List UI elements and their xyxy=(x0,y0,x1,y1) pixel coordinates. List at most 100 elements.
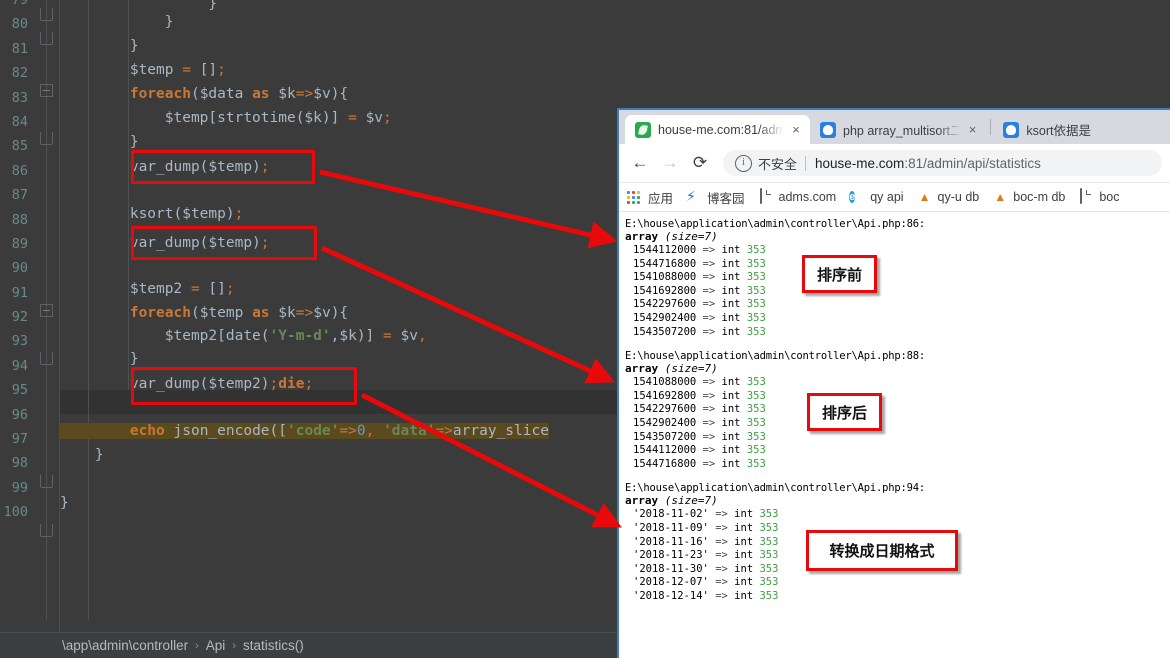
dump-type: int xyxy=(721,284,741,297)
back-icon[interactable]: ← xyxy=(627,150,653,176)
fold-marker[interactable] xyxy=(40,132,53,145)
dump-array-size: (size=7) xyxy=(664,362,718,376)
line-number: 86 xyxy=(11,162,28,179)
dump-array-keyword: array xyxy=(625,230,659,243)
line-number: 100 xyxy=(3,504,28,521)
dump-row: 1543507200 => int 353 xyxy=(625,326,1170,340)
dump-row: 1542297600 => int 353 xyxy=(625,298,1170,312)
dump-source-path: E:\house\application\admin\controller\Ap… xyxy=(625,350,925,363)
bookmarks-bar[interactable]: 应用 ⚡ 博客园 adms.com e qy api ▲ qy-u db ▲ b… xyxy=(619,183,1170,212)
fold-marker[interactable] xyxy=(40,32,53,45)
bookmark-boc[interactable]: boc xyxy=(1078,188,1120,205)
baidu-icon xyxy=(820,121,837,138)
bookmark-apps[interactable]: 应用 xyxy=(627,188,673,207)
line-number: 98 xyxy=(11,455,28,472)
bookmark-label: 应用 xyxy=(648,191,674,206)
fold-marker[interactable] xyxy=(40,304,53,317)
close-icon[interactable]: × xyxy=(965,122,981,138)
browser-tab-2[interactable]: ksort依据是 xyxy=(993,115,1170,144)
bookmark-adms[interactable]: adms.com xyxy=(758,188,836,205)
bookmark-label: boc xyxy=(1099,190,1120,204)
dump-value: 353 xyxy=(746,284,766,297)
dump-value: 353 xyxy=(746,444,766,457)
dump-arrow-icon: => xyxy=(702,430,716,443)
chrome-browser-window[interactable]: house-me.com:81/admin/a × php array_mult… xyxy=(617,108,1170,658)
dump-value: 353 xyxy=(746,403,766,416)
breadcrumb-path[interactable]: \app\admin\controller xyxy=(62,638,188,653)
code-fold-gutter[interactable] xyxy=(30,0,60,632)
code-line: } xyxy=(60,134,139,150)
bookmark-qyu-db[interactable]: ▲ qy-u db xyxy=(917,189,980,205)
breadcrumb-class[interactable]: Api xyxy=(206,638,226,653)
dump-row: 1542902400 => int 353 xyxy=(625,417,1170,431)
annotation-label-before-sort: 排序前 xyxy=(802,255,877,293)
line-number: 95 xyxy=(11,382,28,399)
line-number: 97 xyxy=(11,431,28,448)
dump-value: 353 xyxy=(759,521,779,534)
line-number: 85 xyxy=(11,138,28,155)
dump-row: 1541692800 => int 353 xyxy=(625,285,1170,299)
code-line: echo json_encode(['code'=>0, 'data'=>arr… xyxy=(60,419,549,443)
browser-toolbar[interactable]: ← → ⟳ i 不安全 house-me.com:81/admin/api/st… xyxy=(619,144,1170,183)
fold-marker[interactable] xyxy=(40,475,53,488)
dump-value: 353 xyxy=(746,389,766,402)
dump-arrow-icon: => xyxy=(702,284,716,297)
code-line: var_dump($temp); xyxy=(60,159,270,175)
browser-tab-0[interactable]: house-me.com:81/admin/a × xyxy=(625,115,811,144)
dump-value: 353 xyxy=(746,416,766,429)
code-line: } xyxy=(60,14,174,30)
forward-icon[interactable]: → xyxy=(657,150,683,176)
dump-row: 1541088000 => int 353 xyxy=(625,376,1170,390)
dump-rows: 1544112000 => int 353 1544716800 => int 3… xyxy=(625,244,1170,339)
browser-tab-1[interactable]: php array_multisort二维数组 × xyxy=(810,115,987,144)
cnblogs-icon: ⚡ xyxy=(686,189,696,205)
dump-arrow-icon: => xyxy=(702,298,716,311)
fold-marker[interactable] xyxy=(40,84,53,97)
close-icon[interactable]: × xyxy=(788,122,804,138)
dump-row: '2018-12-07' => int 353 xyxy=(625,576,1170,590)
dump-row: 1544716800 => int 353 xyxy=(625,458,1170,472)
bookmark-label: qy api xyxy=(870,190,904,204)
dump-array-header: array (size=7) xyxy=(625,362,1170,375)
dump-key: '2018-11-23' xyxy=(633,549,709,562)
fold-marker[interactable] xyxy=(40,8,53,21)
browser-tab-strip[interactable]: house-me.com:81/admin/a × php array_mult… xyxy=(619,110,1170,144)
dump-source-path: E:\house\application\admin\controller\Ap… xyxy=(625,218,925,230)
line-number-gutter: 79 80 81 82 83 84 85 86 87 88 89 90 91 92 93 94 95 96 97 98… xyxy=(0,0,30,618)
dump-row: 1544112000 => int 353 xyxy=(625,444,1170,458)
dump-row: 1541088000 => int 353 xyxy=(625,271,1170,285)
bookmark-bocm-db[interactable]: ▲ boc-m db xyxy=(992,189,1065,205)
dump-arrow-icon: => xyxy=(702,325,716,338)
dump-type: int xyxy=(721,257,741,270)
bookmark-cnblogs[interactable]: ⚡ 博客园 xyxy=(686,188,745,207)
url-path: :81/admin/api/statistics xyxy=(904,155,1041,171)
dump-type: int xyxy=(721,311,741,324)
bookmark-qy-api[interactable]: e qy api xyxy=(849,189,904,205)
dump-row: 1544716800 => int 353 xyxy=(625,258,1170,272)
dump-key: '2018-11-16' xyxy=(633,535,709,548)
dump-key: 1541692800 xyxy=(633,284,697,297)
code-line: $temp[strtotime($k)] = $v; xyxy=(60,110,392,126)
dump-rows: 1541088000 => int 353 1541692800 => int 3… xyxy=(625,376,1170,471)
dump-value: 353 xyxy=(759,576,779,589)
fold-marker[interactable] xyxy=(40,524,53,537)
bookmark-label: qy-u db xyxy=(937,190,980,204)
dump-key: '2018-12-14' xyxy=(633,589,709,602)
phpmyadmin-icon: ▲ xyxy=(918,190,931,204)
page-content: E:\house\application\admin\controller\Ap… xyxy=(619,212,1170,658)
leaf-icon xyxy=(635,121,651,138)
dump-type: int xyxy=(721,444,741,457)
fold-marker[interactable] xyxy=(40,352,53,365)
line-number: 83 xyxy=(11,89,28,106)
breadcrumb-method[interactable]: statistics() xyxy=(243,638,304,653)
address-bar[interactable]: i 不安全 house-me.com:81/admin/api/statisti… xyxy=(723,150,1162,176)
dump-key: 1541692800 xyxy=(633,389,697,402)
annotation-label-date-format: 转换成日期格式 xyxy=(806,530,958,571)
dump-type: int xyxy=(734,562,754,575)
screenshot-root: 79 80 81 82 83 84 85 86 87 88 89 90 91 92 93 94 95 96 97 98… xyxy=(0,0,1170,658)
dump-type: int xyxy=(721,376,741,389)
info-circle-icon[interactable]: i xyxy=(735,154,752,172)
dump-arrow-icon: => xyxy=(702,244,716,256)
reload-icon[interactable]: ⟳ xyxy=(687,150,713,176)
apps-grid-icon xyxy=(627,189,643,205)
